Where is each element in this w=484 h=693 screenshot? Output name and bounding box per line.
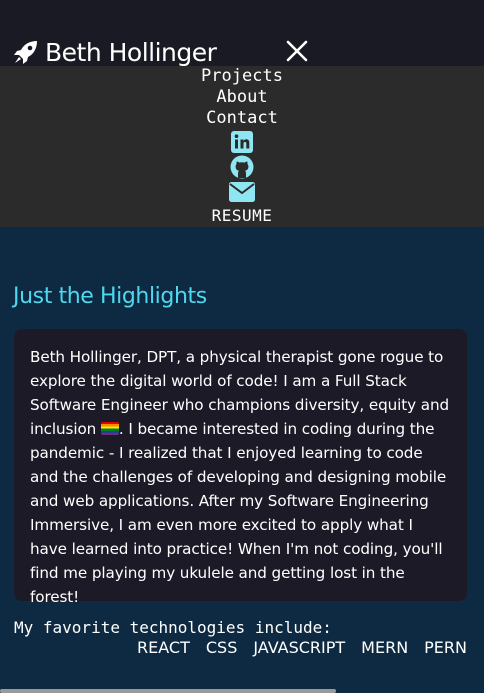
nav-link-about[interactable]: About [216, 87, 267, 108]
rocket-icon [14, 41, 37, 64]
close-icon[interactable] [284, 38, 310, 64]
tech-item-pern: PERN [424, 638, 467, 657]
github-link[interactable] [230, 155, 254, 179]
envelope-icon [229, 182, 255, 202]
brand-link[interactable]: Beth Hollinger [13, 37, 217, 67]
nav-link-projects[interactable]: Projects [201, 66, 283, 87]
horizontal-scrollbar[interactable] [0, 689, 336, 693]
nav-menu: Projects About Contact RESUME [0, 66, 484, 227]
linkedin-link[interactable] [231, 130, 253, 154]
bio-text-part-2: . I became interested in coding during t… [30, 420, 447, 606]
email-link[interactable] [229, 180, 255, 204]
resume-link[interactable]: RESUME [212, 206, 273, 226]
pride-flag-icon [100, 422, 119, 435]
nav-link-contact[interactable]: Contact [206, 108, 278, 129]
github-icon [230, 155, 254, 179]
brand-name: Beth Hollinger [45, 37, 217, 67]
technologies-label: My favorite technologies include: [14, 618, 332, 637]
bio-card: Beth Hollinger, DPT, a physical therapis… [14, 329, 467, 606]
linkedin-icon [231, 131, 253, 153]
tech-item-mern: MERN [361, 638, 409, 657]
tech-item-javascript: JAVASCRIPT [253, 638, 346, 657]
technologies-list: REACT CSS JAVASCRIPT MERN PERN [137, 638, 467, 657]
tech-item-react: REACT [137, 638, 190, 657]
section-title: Just the Highlights [13, 284, 207, 309]
tech-item-css: CSS [205, 638, 238, 657]
